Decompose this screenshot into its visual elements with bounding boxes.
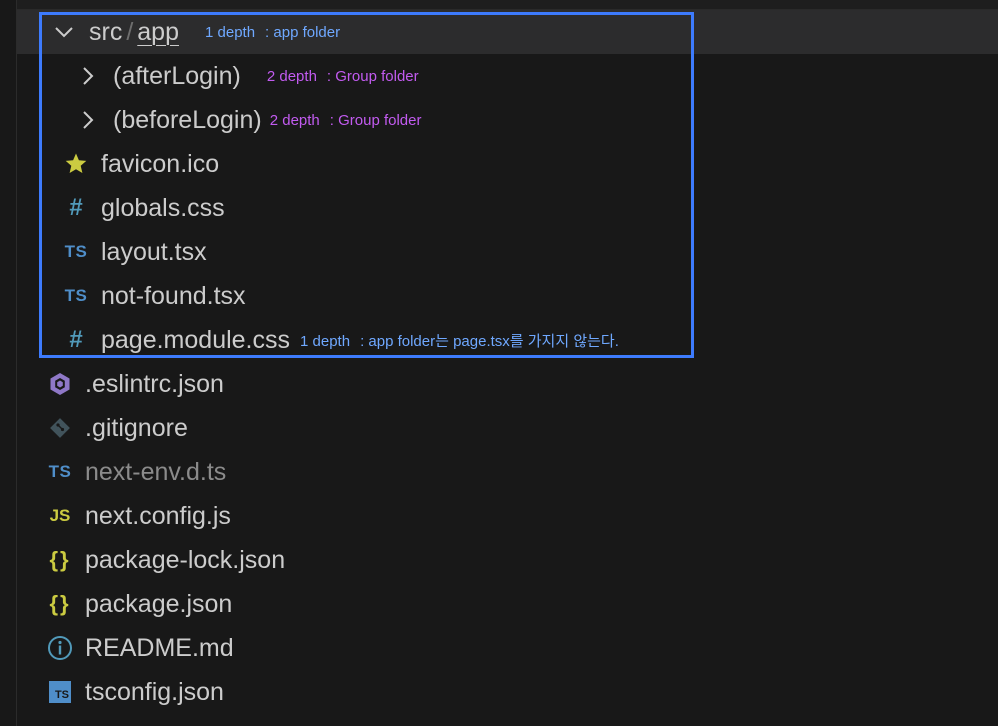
folder-row-src-app[interactable]: src / app 1 depth : app folder <box>17 10 998 54</box>
file-row-globals-css[interactable]: # globals.css <box>17 186 998 230</box>
folder-label[interactable]: (afterLogin) <box>113 62 241 91</box>
annotation-depth: 1 depth : app folder는 page.tsx를 가지지 않는다. <box>300 330 619 351</box>
chevron-right-icon[interactable] <box>75 67 101 85</box>
file-label[interactable]: page.module.css <box>101 326 290 355</box>
folder-path-src[interactable]: src <box>89 18 122 47</box>
annotation-desc-text: : app folder는 page.tsx를 가지지 않는다. <box>360 332 619 350</box>
file-label[interactable]: README.md <box>85 634 234 663</box>
file-row-readme[interactable]: README.md <box>17 626 998 670</box>
folder-path-separator: / <box>126 17 134 46</box>
file-label[interactable]: package-lock.json <box>85 546 285 575</box>
css-hash-icon: # <box>69 194 83 221</box>
typescript-icon: TS <box>48 462 72 481</box>
file-label[interactable]: layout.tsx <box>101 238 207 267</box>
chevron-right-icon[interactable] <box>75 111 101 129</box>
file-label[interactable]: next.config.js <box>85 502 231 531</box>
explorer-gutter <box>0 0 17 726</box>
typescript-icon: TS <box>64 286 88 305</box>
tsconfig-icon-text: TS <box>49 681 71 703</box>
css-hash-icon: # <box>69 326 83 353</box>
tsconfig-icon: TS <box>47 681 73 703</box>
typescript-icon: TS <box>64 242 88 261</box>
file-row-next-env[interactable]: TS next-env.d.ts <box>17 450 998 494</box>
annotation-depth: 1 depth : app folder <box>205 24 340 41</box>
javascript-icon: JS <box>49 506 71 525</box>
chevron-down-icon[interactable] <box>51 26 77 38</box>
file-row-gitignore[interactable]: .gitignore <box>17 406 998 450</box>
file-row-next-config[interactable]: JS next.config.js <box>17 494 998 538</box>
info-icon <box>47 635 73 661</box>
file-row-package-lock[interactable]: {} package-lock.json <box>17 538 998 582</box>
json-braces-icon: {} <box>49 547 71 572</box>
annotation-desc-text: : app folder <box>265 23 341 41</box>
annotation-depth-text: 2 depth <box>266 67 317 85</box>
file-label[interactable]: package.json <box>85 590 232 619</box>
annotation-depth: 2 depth : Group folder <box>270 112 422 129</box>
file-row-eslintrc[interactable]: .eslintrc.json <box>17 362 998 406</box>
folder-label[interactable]: (beforeLogin) <box>113 106 262 135</box>
annotation-desc-text: : Group folder <box>329 111 422 129</box>
file-label[interactable]: favicon.ico <box>101 150 219 179</box>
file-label[interactable]: globals.css <box>101 194 225 223</box>
file-label[interactable]: next-env.d.ts <box>85 458 226 487</box>
file-label[interactable]: not-found.tsx <box>101 282 246 311</box>
file-label[interactable]: .eslintrc.json <box>85 370 224 399</box>
file-row-package-json[interactable]: {} package.json <box>17 582 998 626</box>
annotation-depth-text: 2 depth <box>269 111 320 129</box>
annotation-depth-text: 1 depth <box>205 23 256 41</box>
file-label[interactable]: .gitignore <box>85 414 188 443</box>
star-icon <box>63 152 89 176</box>
file-row-page-module-css[interactable]: # page.module.css 1 depth : app folder는 p… <box>17 318 998 362</box>
file-row-tsconfig[interactable]: TS tsconfig.json <box>17 670 998 714</box>
file-row-layout-tsx[interactable]: TS layout.tsx <box>17 230 998 274</box>
annotation-depth: 2 depth : Group folder <box>267 68 419 85</box>
folder-row-beforelogin[interactable]: (beforeLogin) 2 depth : Group folder <box>17 98 998 142</box>
annotation-depth-text: 1 depth <box>300 332 351 350</box>
file-row-not-found-tsx[interactable]: TS not-found.tsx <box>17 274 998 318</box>
json-braces-icon: {} <box>49 591 71 616</box>
eslint-icon <box>47 372 73 396</box>
folder-row-afterlogin[interactable]: (afterLogin) 2 depth : Group folder <box>17 54 998 98</box>
file-label[interactable]: tsconfig.json <box>85 678 224 707</box>
explorer-top-row <box>17 0 998 10</box>
git-icon <box>47 416 73 440</box>
annotation-desc-text: : Group folder <box>326 67 419 85</box>
folder-path-app[interactable]: app <box>137 18 179 47</box>
file-row-favicon[interactable]: favicon.ico <box>17 142 998 186</box>
